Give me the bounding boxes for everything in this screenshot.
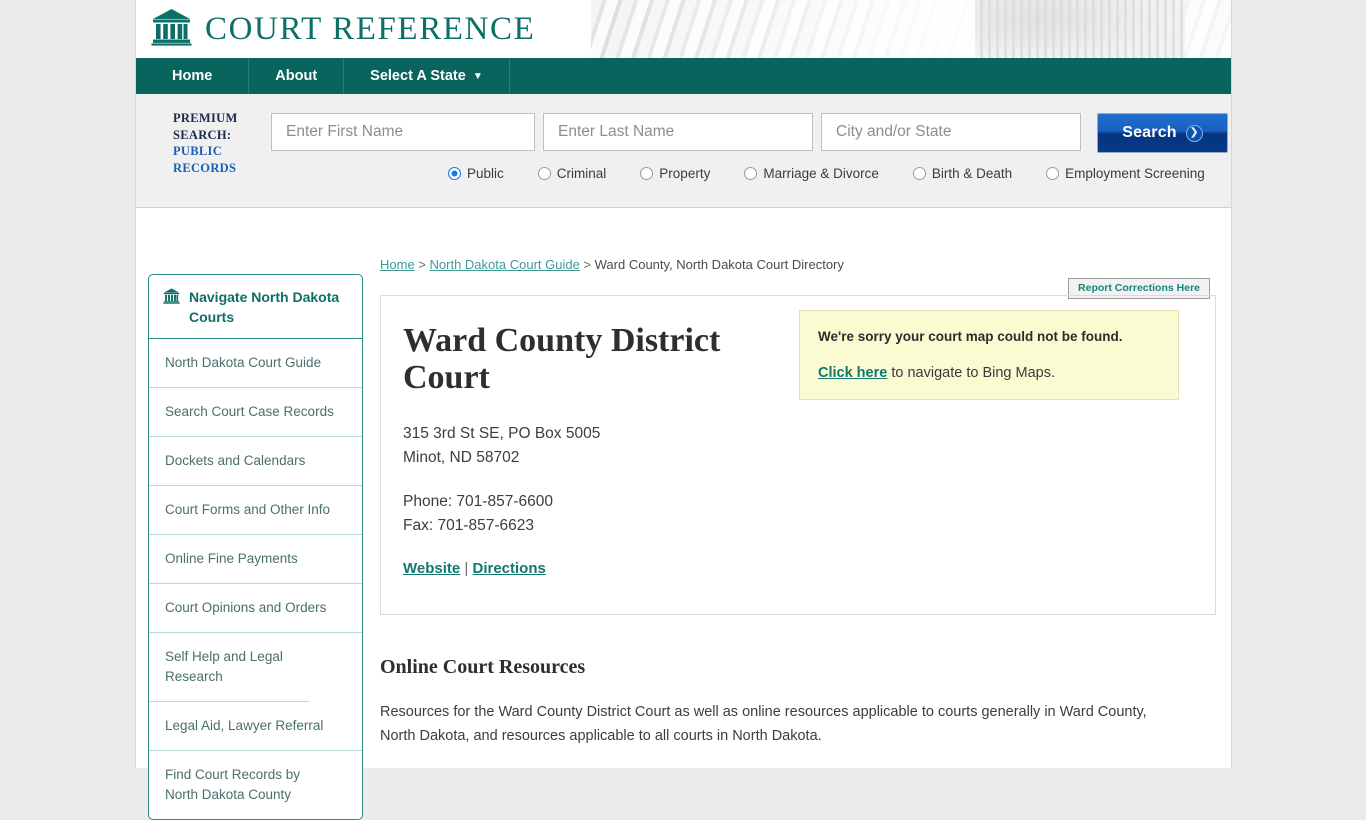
sidebar-item-court-forms[interactable]: Court Forms and Other Info xyxy=(149,486,362,535)
nav-item-about-label: About xyxy=(275,68,318,84)
breadcrumb-link-court-guide[interactable]: North Dakota Court Guide xyxy=(430,257,580,272)
radio-option-criminal[interactable]: Criminal xyxy=(537,166,607,181)
online-court-resources-paragraph: Resources for the Ward County District C… xyxy=(380,704,1147,744)
radio-label-marriage-divorce: Marriage & Divorce xyxy=(763,166,879,181)
main-navigation: Home About Select A State ▼ xyxy=(136,58,1231,94)
breadcrumb-separator-2: > xyxy=(579,257,595,272)
sidebar-item-fine-payments[interactable]: Online Fine Payments xyxy=(149,535,362,584)
premium-label-line2: SEARCH: xyxy=(173,127,232,142)
court-contact: Phone: 701-857-6600 Fax: 701-857-6623 xyxy=(403,490,1193,538)
courthouse-icon xyxy=(163,287,180,309)
chevron-down-icon: ▼ xyxy=(472,70,483,82)
courthouse-icon xyxy=(151,8,192,51)
nav-item-home[interactable]: Home xyxy=(136,58,250,94)
radio-label-property: Property xyxy=(659,166,711,181)
radio-indicator-birth-death[interactable] xyxy=(912,167,926,180)
court-phone-line: Phone: 701-857-6600 xyxy=(403,493,553,510)
breadcrumb-separator-1: > xyxy=(414,257,430,272)
court-links: Website | Directions xyxy=(403,560,1193,577)
court-address-line1: 315 3rd St SE, PO Box 5005 xyxy=(403,425,601,442)
sidebar-item-court-guide[interactable]: North Dakota Court Guide xyxy=(149,339,362,388)
bing-maps-link[interactable]: Click here xyxy=(818,365,887,381)
site-brand-name: COURT REFERENCE xyxy=(205,11,536,47)
premium-label-line4: RECORDS xyxy=(173,160,237,175)
radio-option-marriage-divorce[interactable]: Marriage & Divorce xyxy=(744,166,879,181)
premium-search-band: PREMIUM SEARCH: PUBLIC RECORDS Search ❯ … xyxy=(136,94,1231,208)
site-logo[interactable]: COURT REFERENCE xyxy=(151,8,535,51)
masthead-column-artwork xyxy=(591,0,1231,58)
page-title: Ward County District Court xyxy=(403,322,721,396)
sidebar-item-label: North Dakota Court Guide xyxy=(165,355,322,370)
radio-option-employment-screening[interactable]: Employment Screening xyxy=(1046,166,1205,181)
page-container: COURT REFERENCE Home About Select A Stat… xyxy=(135,0,1232,820)
sidebar-item-opinions-orders[interactable]: Court Opinions and Orders xyxy=(149,584,362,633)
sidebar-item-records-by-county[interactable]: Find Court Records by North Dakota Count… xyxy=(149,751,329,819)
sidebar-item-label: Dockets and Calendars xyxy=(165,453,306,468)
radio-indicator-property[interactable] xyxy=(640,167,654,180)
radio-option-property[interactable]: Property xyxy=(640,166,710,181)
sidebar-item-label: Court Forms and Other Info xyxy=(165,502,331,517)
sidebar-item-label: Legal Aid, Lawyer Referral xyxy=(165,718,324,733)
sidebar-item-legal-aid[interactable]: Legal Aid, Lawyer Referral xyxy=(149,702,362,751)
search-button[interactable]: Search ❯ xyxy=(1097,113,1228,153)
chevron-right-icon: ❯ xyxy=(1185,124,1203,142)
nav-item-home-label: Home xyxy=(172,68,213,84)
bing-maps-suffix: to navigate to Bing Maps. xyxy=(887,365,1055,381)
sidebar-item-label: Find Court Records by North Dakota Count… xyxy=(165,767,301,802)
nav-item-about[interactable]: About xyxy=(249,58,345,94)
radio-indicator-marriage-divorce[interactable] xyxy=(744,167,758,180)
court-address-line2: Minot, ND 58702 xyxy=(403,449,520,466)
sidebar-navigation: Navigate North Dakota Courts North Dakot… xyxy=(148,274,363,820)
radio-label-public: Public xyxy=(467,166,504,181)
search-type-options: Public Criminal Property Marriage & Divo… xyxy=(448,166,1239,181)
sidebar-item-self-help[interactable]: Self Help and Legal Research xyxy=(149,633,309,702)
map-unavailable-notice: We're sorry your court map could not be … xyxy=(799,310,1179,400)
sidebar-header-label: Navigate North Dakota Courts xyxy=(189,289,340,325)
radio-label-employment-screening: Employment Screening xyxy=(1065,166,1205,181)
court-fax-line: Fax: 701-857-6623 xyxy=(403,517,534,534)
court-address: 315 3rd St SE, PO Box 5005 Minot, ND 587… xyxy=(403,422,1193,470)
radio-label-criminal: Criminal xyxy=(556,166,607,181)
court-links-separator: | xyxy=(460,560,473,577)
first-name-input[interactable] xyxy=(271,113,535,151)
court-detail-card: Ward County District Court 315 3rd St SE… xyxy=(380,295,1216,615)
site-masthead: COURT REFERENCE xyxy=(136,0,1231,58)
premium-label-line3: PUBLIC xyxy=(173,144,223,158)
breadcrumb-link-home[interactable]: Home xyxy=(380,257,415,272)
search-button-label: Search xyxy=(1122,124,1177,141)
court-directions-link[interactable]: Directions xyxy=(472,560,545,577)
breadcrumb: Home > North Dakota Court Guide > Ward C… xyxy=(380,257,844,272)
radio-indicator-criminal[interactable] xyxy=(537,167,551,180)
radio-label-birth-death: Birth & Death xyxy=(931,166,1013,181)
sidebar-item-label: Online Fine Payments xyxy=(165,551,298,566)
radio-indicator-employment-screening[interactable] xyxy=(1046,167,1060,180)
breadcrumb-current: Ward County, North Dakota Court Director… xyxy=(594,257,844,272)
court-website-link[interactable]: Website xyxy=(403,560,460,577)
map-notice-action: Click here to navigate to Bing Maps. xyxy=(818,365,1160,381)
radio-option-public[interactable]: Public xyxy=(448,166,504,181)
main-column: Ward County District Court 315 3rd St SE… xyxy=(380,295,1216,748)
sidebar-item-label: Self Help and Legal Research xyxy=(165,649,283,684)
premium-search-label: PREMIUM SEARCH: PUBLIC RECORDS xyxy=(173,110,268,176)
sidebar-item-dockets-calendars[interactable]: Dockets and Calendars xyxy=(149,437,362,486)
radio-indicator-public[interactable] xyxy=(448,167,461,180)
report-corrections-label: Report Corrections Here xyxy=(1078,282,1200,294)
last-name-input[interactable] xyxy=(543,113,813,151)
search-fields: Search ❯ xyxy=(271,113,1228,153)
nav-item-select-a-state[interactable]: Select A State ▼ xyxy=(344,58,510,94)
online-court-resources-heading: Online Court Resources xyxy=(380,656,586,678)
page-content: Home > North Dakota Court Guide > Ward C… xyxy=(136,208,1231,820)
premium-label-line1: PREMIUM xyxy=(173,111,238,125)
city-state-input[interactable] xyxy=(821,113,1081,151)
sidebar-item-label: Court Opinions and Orders xyxy=(165,600,327,615)
nav-item-select-a-state-label: Select A State xyxy=(370,68,466,84)
map-notice-message: We're sorry your court map could not be … xyxy=(818,329,1123,344)
sidebar-item-label: Search Court Case Records xyxy=(165,404,334,419)
sidebar-header: Navigate North Dakota Courts xyxy=(149,275,362,339)
sidebar-item-search-case-records[interactable]: Search Court Case Records xyxy=(149,388,362,437)
radio-option-birth-death[interactable]: Birth & Death xyxy=(912,166,1013,181)
